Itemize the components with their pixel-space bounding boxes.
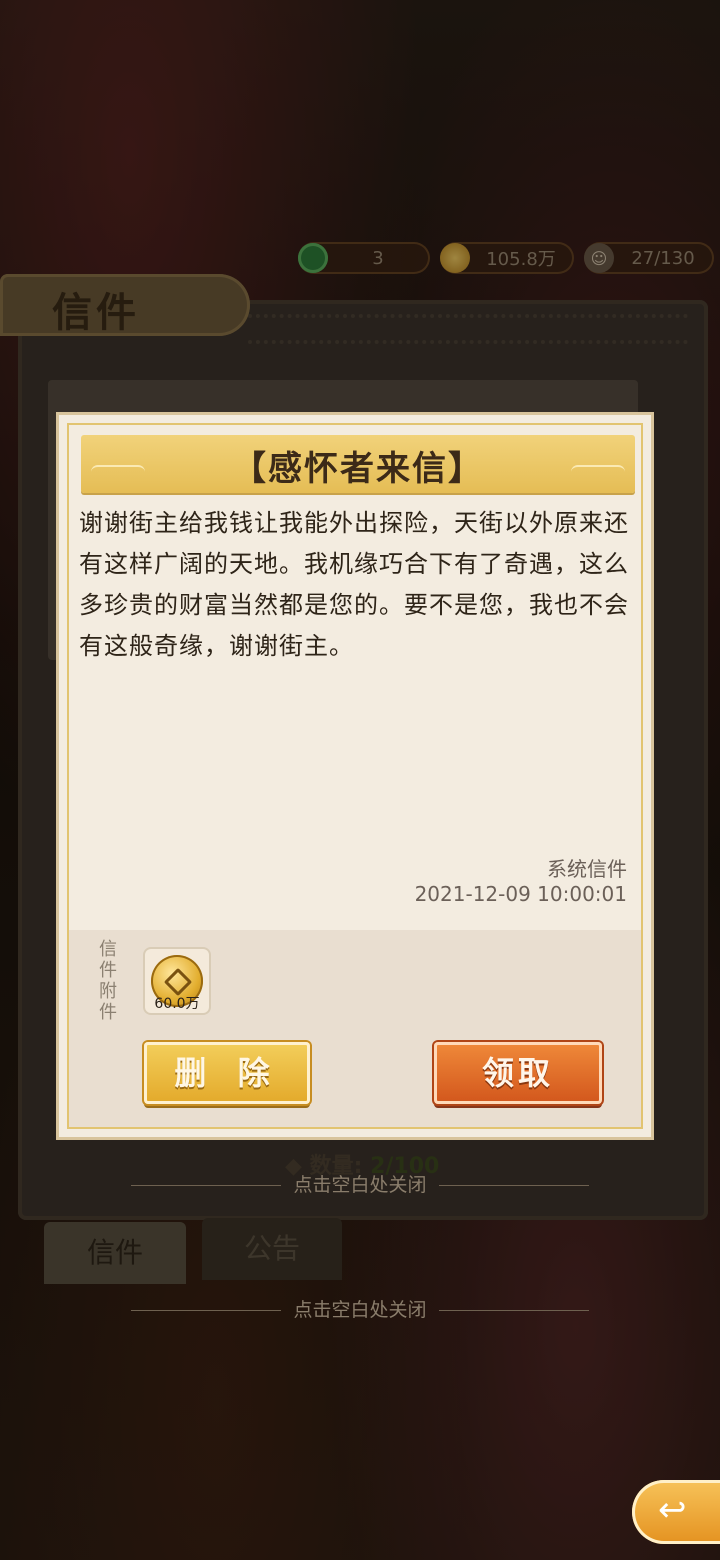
letter-title: 【感怀者来信】 — [232, 449, 484, 489]
attachment-amount: 60.0万 — [154, 996, 200, 1012]
return-arrow-icon: ↩ — [658, 1490, 687, 1530]
claim-button[interactable]: 领取 — [434, 1042, 602, 1104]
delete-button[interactable]: 删 除 — [144, 1042, 310, 1104]
title-banner: 【感怀者来信】 — [81, 435, 635, 493]
attachment-item[interactable]: 60.0万 — [145, 949, 209, 1013]
close-hint[interactable]: 点击空白处关闭 — [0, 1170, 720, 1197]
return-button[interactable]: ↩ — [632, 1480, 720, 1544]
letter-dialog: 【感怀者来信】 谢谢街主给我钱让我能外出探险，天街以外原来还有这样广阔的天地。我… — [56, 412, 654, 1140]
letter-time: 2021-12-09 10:00:01 — [414, 882, 627, 906]
attachment-label: 信件附件 — [99, 939, 117, 1023]
close-hint-secondary[interactable]: 点击空白处关闭 — [0, 1295, 720, 1322]
letter-sender: 系统信件 — [547, 857, 627, 881]
letter-body: 谢谢街主给我钱让我能外出探险，天街以外原来还有这样广阔的天地。我机缘巧合下有了奇… — [79, 509, 629, 660]
